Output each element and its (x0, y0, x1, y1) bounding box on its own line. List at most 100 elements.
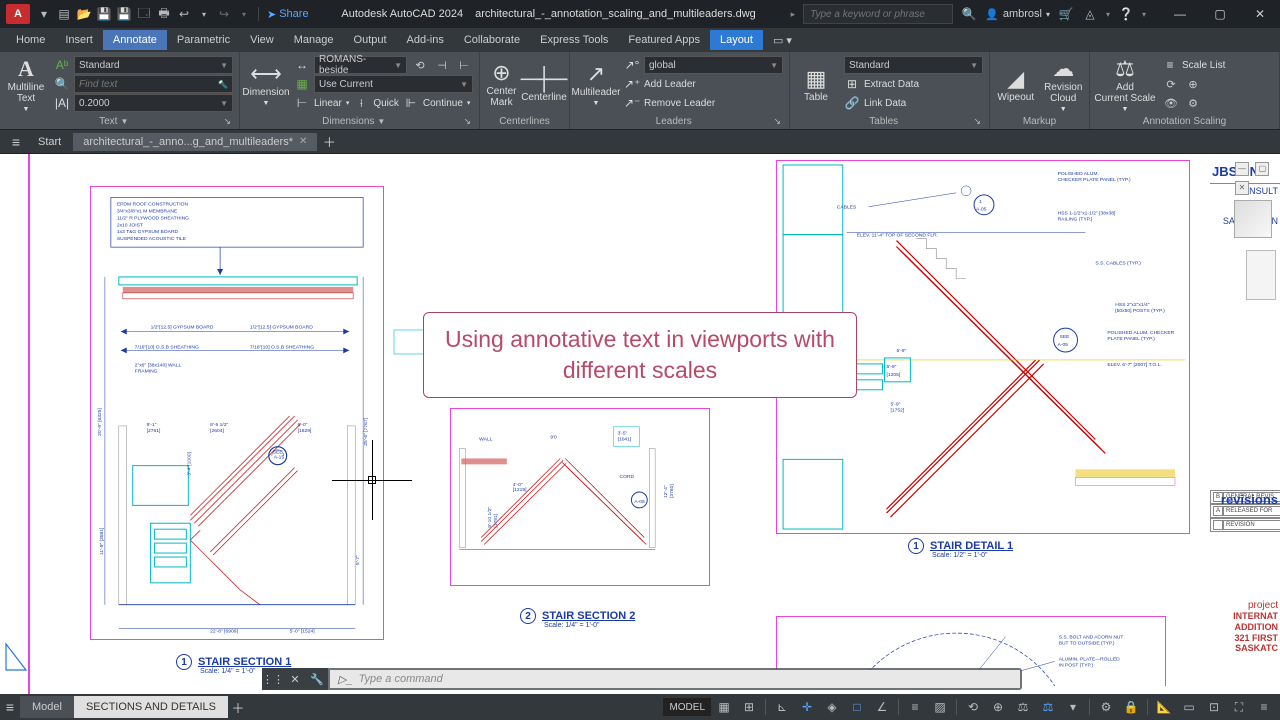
tab-manage[interactable]: Manage (284, 30, 344, 50)
dim-break-icon[interactable]: ⊣ (433, 56, 451, 74)
add-doc-tab[interactable]: ＋ (319, 132, 339, 151)
new-icon[interactable]: ▤ (56, 6, 72, 22)
text-height-input[interactable]: 0.2000▼ (74, 94, 233, 112)
saveas-icon[interactable]: 💾 (116, 6, 132, 22)
tab-home[interactable]: Home (6, 30, 55, 50)
open-icon[interactable]: 📂 (76, 6, 92, 22)
nav-max-icon[interactable]: ▢ (1255, 162, 1269, 176)
find-text-input[interactable]: Find text 🔦 (74, 75, 233, 93)
tab-featured[interactable]: Featured Apps (618, 30, 710, 50)
clean-icon[interactable]: ⛶ (1227, 695, 1251, 719)
minimize-button[interactable]: — (1160, 0, 1200, 28)
panel-tables-label[interactable]: Tables↘ (794, 114, 985, 129)
tab-annotate[interactable]: Annotate (103, 30, 167, 50)
ortho-icon[interactable]: ⊾ (770, 695, 794, 719)
anno-add-icon[interactable]: ⊕ (1184, 75, 1202, 93)
text-style-combo[interactable]: Standard▼ (74, 56, 233, 74)
cycling-icon[interactable]: ⟲ (961, 695, 985, 719)
nav-min-icon[interactable]: — (1235, 162, 1249, 176)
viewport-2[interactable]: A-05 4'-0" [1219] 9'0 CORD WALL 12'-4" [… (450, 408, 710, 586)
scale-list-button[interactable]: ≡ Scale List (1160, 56, 1227, 74)
grid-icon[interactable]: ▦ (712, 695, 736, 719)
revcloud-button[interactable]: ☁ Revision Cloud ▼ (1042, 54, 1086, 114)
add-scale-button[interactable]: ⚖ Add Current Scale ▼ (1094, 54, 1156, 114)
maximize-button[interactable]: ▢ (1200, 0, 1240, 28)
command-line[interactable]: ⋮⋮ ✕ 🔧 ▷_ Type a command (262, 668, 1022, 690)
layout-menu-icon[interactable]: ≡ (0, 699, 20, 715)
table-button[interactable]: ▦ Table (794, 54, 838, 114)
layout-tab-active[interactable]: SECTIONS AND DETAILS (74, 696, 228, 718)
anno-auto-icon[interactable]: ⚙ (1184, 94, 1202, 112)
user-menu[interactable]: 👤 ambrosl ▾ (985, 8, 1050, 21)
tab-addins[interactable]: Add-ins (397, 30, 454, 50)
app-menu-dd[interactable]: ▾ (36, 6, 52, 22)
save-icon[interactable]: 💾 (96, 6, 112, 22)
qv-icon[interactable]: ▭ (1177, 695, 1201, 719)
status-space[interactable]: MODEL (663, 698, 711, 716)
redo-icon[interactable]: ↪ (216, 6, 232, 22)
redo-dd[interactable]: ▾ (236, 6, 252, 22)
add-layout-button[interactable]: ＋ (228, 698, 248, 717)
dim-update-icon[interactable]: ⟲ (411, 56, 429, 74)
dim-quick-button[interactable]: Quick (373, 98, 399, 109)
tab-express[interactable]: Express Tools (530, 30, 618, 50)
search-box[interactable] (803, 4, 953, 24)
customize-status-icon[interactable]: ≡ (1252, 695, 1276, 719)
dim-linear-button[interactable]: Linear (314, 98, 342, 109)
multileader-button[interactable]: ↗ Multileader ▼ (574, 54, 618, 114)
panel-leaders-label[interactable]: Leaders↘ (574, 114, 785, 129)
dim-adjust-icon[interactable]: ⊢ (455, 56, 473, 74)
cmd-close-icon[interactable]: ✕ (284, 668, 306, 690)
tab-parametric[interactable]: Parametric (167, 30, 240, 50)
multiline-text-button[interactable]: A Multiline Text ▼ (4, 54, 48, 114)
dim-layer-combo[interactable]: Use Current▼ (314, 75, 473, 93)
panel-dimensions-label[interactable]: Dimensions▼↘ (244, 114, 475, 129)
undo-dd[interactable]: ▾ (196, 6, 212, 22)
help-icon[interactable]: ❔ (1118, 6, 1134, 22)
doc-menu-icon[interactable]: ≡ (6, 134, 26, 150)
nav-close-icon[interactable]: ✕ (1235, 181, 1249, 195)
anno-vis-icon[interactable]: 👁 (1162, 94, 1180, 112)
lock-icon[interactable]: 🔒 (1119, 695, 1143, 719)
tab-insert[interactable]: Insert (55, 30, 103, 50)
center-mark-button[interactable]: ⊕ Center Mark (484, 54, 519, 114)
remove-leader-button[interactable]: ↗⁻ Remove Leader (622, 94, 785, 112)
anno-sync-icon[interactable]: ⟳ (1162, 75, 1180, 93)
cmd-customize-icon[interactable]: 🔧 (306, 668, 328, 690)
otrack-icon[interactable]: ∠ (870, 695, 894, 719)
add-leader-button[interactable]: ↗⁺ Add Leader (622, 75, 785, 93)
dim-style-combo[interactable]: ROMANS-beside▼ (314, 56, 407, 74)
lwt-icon[interactable]: ≡ (903, 695, 927, 719)
cart-icon[interactable]: 🛒 (1058, 6, 1074, 22)
tab-layout[interactable]: Layout (710, 30, 763, 50)
close-button[interactable]: ✕ (1240, 0, 1280, 28)
tab-output[interactable]: Output (344, 30, 397, 50)
viewport-1[interactable]: EPDM ROOF CONSTRUCTION 3/4"x3/8"x1 M MEM… (90, 186, 384, 640)
workspace-icon[interactable]: ⚙ (1094, 695, 1118, 719)
transparency-icon[interactable]: ▨ (928, 695, 952, 719)
tab-collaborate[interactable]: Collaborate (454, 30, 530, 50)
doc-tab-start[interactable]: Start (28, 133, 71, 151)
app-menu-icon[interactable]: A (6, 4, 30, 24)
dim-continue-button[interactable]: Continue (423, 98, 463, 109)
iso-icon[interactable]: ◈ (820, 695, 844, 719)
tab-view[interactable]: View (240, 30, 284, 50)
close-tab-icon[interactable]: ✕ (299, 136, 307, 147)
cmd-history-icon[interactable]: ⋮⋮ (262, 668, 284, 690)
panel-text-label[interactable]: Text▼↘ (4, 114, 235, 129)
drawing-canvas[interactable]: EPDM ROOF CONSTRUCTION 3/4"x3/8"x1 M MEM… (0, 154, 1280, 694)
snap-icon[interactable]: ⊞ (737, 695, 761, 719)
anno-monitor-icon[interactable]: ⊕ (986, 695, 1010, 719)
search-icon[interactable]: 🔍 (961, 6, 977, 22)
plot-icon[interactable]: 🖶 (156, 6, 172, 22)
anno-auto-icon[interactable]: ⚖ (1036, 695, 1060, 719)
link-data-button[interactable]: 🔗 Link Data (842, 94, 985, 112)
table-style-combo[interactable]: Standard▼ (844, 56, 983, 74)
wipeout-button[interactable]: ◢ Wipeout (994, 54, 1038, 114)
find-go-icon[interactable]: 🔦 (218, 80, 228, 89)
qp-icon[interactable]: ▾ (1061, 695, 1085, 719)
doc-tab-active[interactable]: architectural_-_anno...g_and_multileader… (73, 133, 317, 151)
centerline-button[interactable]: ─┼─ Centerline (523, 54, 565, 114)
undo-icon[interactable]: ↩ (176, 6, 192, 22)
anno-vis-icon[interactable]: ⚖ (1011, 695, 1035, 719)
